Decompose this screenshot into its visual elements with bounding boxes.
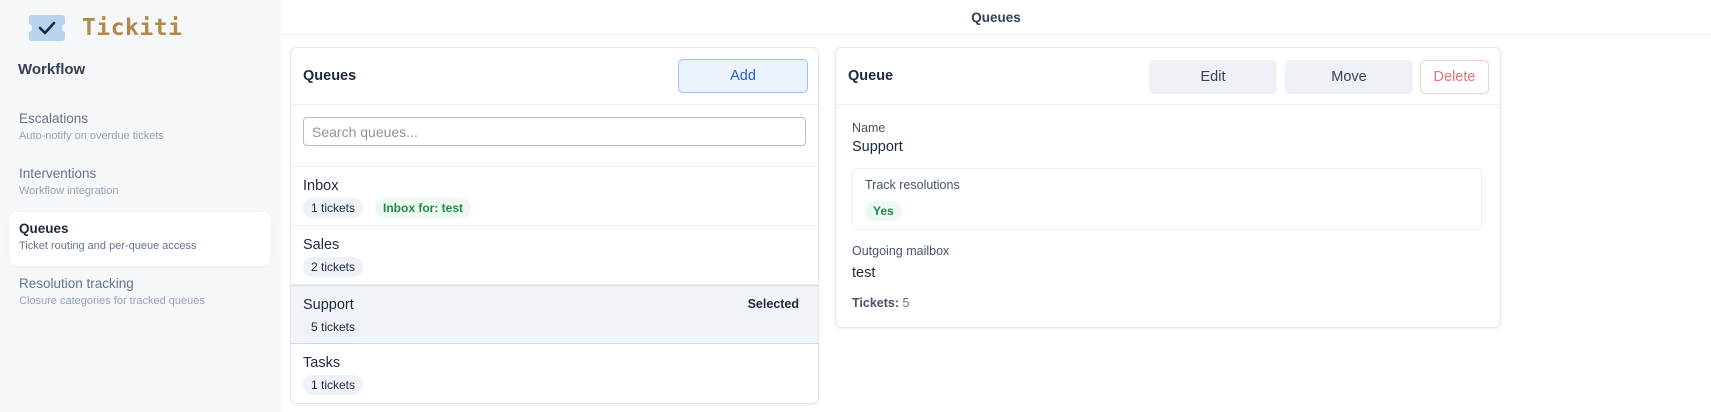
track-resolutions-label: Track resolutions — [865, 178, 960, 192]
queue-tags: 5 tickets — [303, 317, 364, 337]
queue-name: Support — [303, 297, 354, 313]
queue-detail-panel: Queue Edit Move Delete Name Support Trac… — [835, 47, 1501, 328]
queue-row-inbox[interactable]: Inbox 1 tickets Inbox for: test — [291, 167, 818, 226]
sidebar-heading: Workflow — [18, 61, 86, 78]
search-bar — [291, 105, 818, 167]
sidebar: Tickiti Workflow Escalations Auto-notify… — [0, 0, 281, 412]
queue-detail-title: Queue — [848, 68, 894, 84]
queue-row-tasks[interactable]: Tasks 1 tickets — [291, 344, 818, 403]
ticket-count-badge: 1 tickets — [303, 375, 364, 395]
queue-row-support[interactable]: Support Selected 5 tickets — [291, 285, 818, 344]
name-value: Support — [852, 139, 903, 155]
search-input[interactable] — [303, 117, 806, 146]
tickets-label: Tickets: — [852, 296, 900, 310]
brand[interactable]: Tickiti — [26, 13, 183, 43]
sidebar-item-title: Interventions — [19, 166, 97, 181]
outgoing-mailbox-label: Outgoing mailbox — [852, 244, 950, 258]
sidebar-item-title: Escalations — [19, 111, 89, 126]
sidebar-item-subtitle: Auto-notify on overdue tickets — [19, 130, 164, 142]
queue-name: Inbox — [303, 178, 339, 194]
page-title: Queues — [971, 9, 1021, 25]
queues-panel-title: Queues — [303, 68, 357, 84]
queue-tags: 2 tickets — [303, 257, 364, 277]
tickets-value: 5 — [902, 296, 910, 310]
queue-tags: 1 tickets Inbox for: test — [303, 198, 472, 218]
move-button[interactable]: Move — [1285, 60, 1413, 94]
outgoing-mailbox-value: test — [852, 265, 876, 281]
delete-button[interactable]: Delete — [1420, 60, 1489, 94]
inbox-for-badge: Inbox for: test — [375, 198, 472, 218]
sidebar-item-escalations[interactable]: Escalations Auto-notify on overdue ticke… — [9, 102, 271, 156]
sidebar-item-subtitle: Closure categories for tracked queues — [19, 295, 205, 307]
sidebar-item-title: Queues — [19, 221, 69, 236]
sidebar-item-subtitle: Ticket routing and per-queue access — [19, 240, 197, 252]
track-resolutions-box: Track resolutions Yes — [852, 168, 1482, 230]
add-queue-button[interactable]: Add — [678, 59, 808, 93]
queue-name: Tasks — [303, 355, 341, 371]
ticket-count-badge: 5 tickets — [303, 317, 364, 337]
name-label: Name — [852, 121, 886, 135]
topbar: Queues — [281, 0, 1711, 35]
track-resolutions-badge: Yes — [865, 201, 902, 221]
queues-panel-header: Queues Add — [291, 48, 818, 105]
queues-panel: Queues Add Inbox 1 tickets Inbox for: te… — [290, 47, 819, 404]
sidebar-item-resolution-tracking[interactable]: Resolution tracking Closure categories f… — [9, 267, 271, 321]
queue-detail-header: Queue Edit Move Delete — [836, 48, 1500, 105]
selected-label: Selected — [747, 297, 799, 311]
sidebar-item-queues[interactable]: Queues Ticket routing and per-queue acce… — [9, 212, 271, 266]
sidebar-item-interventions[interactable]: Interventions Workflow integration — [9, 157, 271, 211]
sidebar-item-subtitle: Workflow integration — [19, 185, 119, 197]
queue-name: Sales — [303, 237, 340, 253]
ticket-check-icon — [26, 15, 68, 41]
ticket-count-badge: 1 tickets — [303, 198, 364, 218]
edit-button[interactable]: Edit — [1149, 60, 1277, 94]
ticket-count-badge: 2 tickets — [303, 257, 364, 277]
tickets-count: Tickets: 5 — [852, 296, 909, 310]
queue-row-sales[interactable]: Sales 2 tickets — [291, 226, 818, 285]
brand-name: Tickiti — [82, 15, 183, 41]
queue-tags: 1 tickets — [303, 375, 364, 395]
sidebar-item-title: Resolution tracking — [19, 276, 134, 291]
